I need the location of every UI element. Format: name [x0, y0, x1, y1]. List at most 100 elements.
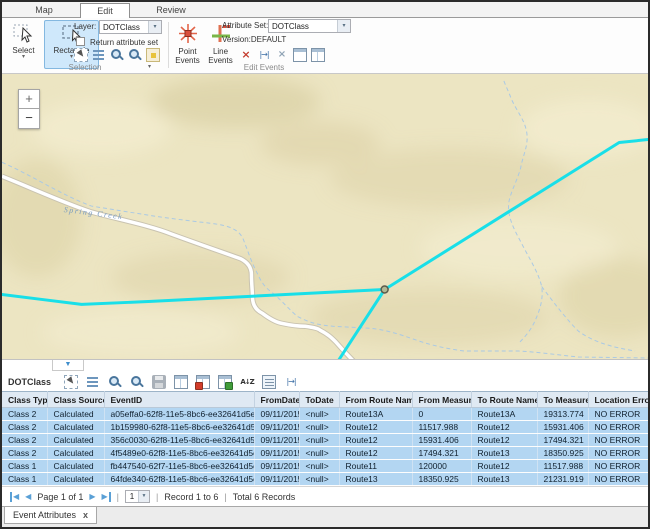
edit-events-icons: × |→| ×: [239, 48, 325, 62]
attribute-set-dropdown-value: DOTClass: [269, 22, 337, 31]
select-records-icon[interactable]: [64, 375, 78, 389]
table-cell: a05effa0-62f8-11e5-8bc6-ee32641d5ec9: [104, 408, 254, 421]
table-cell: 0: [412, 408, 471, 421]
table-row[interactable]: Class 1Calculated64fde340-62f8-11e5-8bc6…: [2, 473, 650, 486]
delete-record-icon[interactable]: [196, 375, 210, 389]
table-cell: NO ERROR: [588, 434, 650, 447]
table-form-icon[interactable]: [262, 375, 276, 389]
column-header[interactable]: To Route Name: [471, 392, 537, 408]
ribbon: Select ▾ Rectangle ▾ Layer: DOTClass ▾ R…: [2, 18, 648, 74]
selection-options-icon[interactable]: [146, 48, 160, 62]
collapse-panel-button[interactable]: ▼: [52, 360, 84, 371]
column-header[interactable]: FromDate: [254, 392, 299, 408]
page-number-select[interactable]: 1 ▼: [125, 490, 150, 503]
table-cell: <null>: [299, 434, 339, 447]
select-features-icon[interactable]: [74, 48, 88, 62]
table-cell: Calculated: [47, 473, 104, 486]
page-number-caret-icon[interactable]: ▼: [138, 491, 149, 502]
table-cell: Route12: [471, 421, 537, 434]
close-tab-icon[interactable]: x: [83, 510, 88, 520]
table-cell: Route13A: [471, 408, 537, 421]
save-edits-icon[interactable]: [152, 375, 166, 389]
page-indicator: Page 1 of 1: [37, 492, 83, 502]
table-cell: 21231.919: [537, 473, 588, 486]
layer-dropdown-value: DOTClass: [100, 23, 148, 32]
table-cell: 4f5489e0-62f8-11e5-8bc6-ee32641d5ec9: [104, 447, 254, 460]
pager-separator: |: [117, 492, 119, 502]
table-cell: 11517.988: [412, 421, 471, 434]
return-attribute-set-checkbox[interactable]: [76, 37, 85, 46]
column-header[interactable]: Location Error: [588, 392, 650, 408]
table-cell: Route13: [471, 473, 537, 486]
zoom-out-button[interactable]: −: [18, 109, 40, 129]
last-page-button[interactable]: ▶: [102, 492, 111, 502]
layer-dropdown-arrow-icon[interactable]: ▾: [148, 21, 161, 33]
column-header[interactable]: EventID: [104, 392, 254, 408]
zoom-to-selection-icon[interactable]: [110, 48, 124, 62]
edit-events-group-label: Edit Events: [168, 63, 360, 72]
layer-dropdown[interactable]: DOTClass ▾: [99, 20, 162, 34]
measure-icon[interactable]: |→|: [284, 375, 298, 389]
previous-page-button[interactable]: ◀: [25, 492, 31, 502]
layer-label: Layer:: [74, 22, 96, 31]
total-records-text: Total 6 Records: [233, 492, 296, 502]
route-junction-marker[interactable]: [381, 286, 388, 293]
merge-event-icon[interactable]: ×: [275, 48, 289, 62]
pager-separator: |: [156, 492, 158, 502]
zoom-to-record-icon[interactable]: [108, 375, 122, 389]
attribute-set-label: Attribute Set:: [222, 21, 268, 30]
table-cell: NO ERROR: [588, 447, 650, 460]
table-cell: Class 2: [2, 447, 47, 460]
pan-to-selection-icon[interactable]: [128, 48, 142, 62]
tab-edit[interactable]: Edit: [80, 3, 130, 19]
event-table-icon[interactable]: [311, 48, 325, 62]
table-cell: Class 2: [2, 421, 47, 434]
return-attribute-set-label: Return attribute set: [90, 38, 158, 47]
table-row[interactable]: Class 1Calculatedfb447540-62f7-11e5-8bc6…: [2, 460, 650, 473]
table-cell: NO ERROR: [588, 408, 650, 421]
table-row[interactable]: Class 2Calculated1b159980-62f8-11e5-8bc6…: [2, 421, 650, 434]
column-header[interactable]: To Measure: [537, 392, 588, 408]
table-menu-icon[interactable]: [86, 375, 100, 389]
sort-records-icon[interactable]: A↓Z: [240, 375, 254, 389]
table-cell: 11517.988: [537, 460, 588, 473]
table-cell: 17494.321: [412, 447, 471, 460]
point-events-button[interactable]: Point Events: [172, 20, 203, 69]
column-header[interactable]: From Measure: [412, 392, 471, 408]
tab-map[interactable]: Map: [20, 3, 68, 18]
event-window-icon[interactable]: [293, 48, 307, 62]
table-cell: 120000: [412, 460, 471, 473]
split-event-icon[interactable]: |→|: [257, 48, 271, 62]
delete-event-icon[interactable]: ×: [239, 48, 253, 62]
event-editor-window: Map Edit Review Select ▾ Rectangle ▾ Lay…: [0, 0, 650, 529]
attribute-table: Class TypeClass SourceEventIDFromDateToD…: [2, 391, 650, 486]
rectangle-caret-icon: ▾: [70, 55, 73, 60]
column-header[interactable]: Class Source: [47, 392, 104, 408]
table-cell: Route12: [339, 421, 412, 434]
table-row[interactable]: Class 2Calculateda05effa0-62f8-11e5-8bc6…: [2, 408, 650, 421]
table-cell: Class 1: [2, 460, 47, 473]
attribute-set-dropdown-arrow-icon[interactable]: ▾: [337, 20, 350, 32]
select-tool-button[interactable]: Select ▾: [5, 20, 42, 69]
pager-separator: |: [224, 492, 226, 502]
column-header[interactable]: From Route Name: [339, 392, 412, 408]
point-events-icon: [177, 23, 199, 46]
selection-list-icon[interactable]: [92, 48, 106, 62]
select-tool-icon: [12, 23, 36, 45]
tab-review[interactable]: Review: [142, 3, 200, 18]
map-canvas[interactable]: Spring Creek + −: [2, 74, 648, 359]
table-row[interactable]: Class 2Calculated4f5489e0-62f8-11e5-8bc6…: [2, 447, 650, 460]
attribute-set-dropdown[interactable]: DOTClass ▾: [268, 19, 351, 33]
tab-event-attributes[interactable]: Event Attributes x: [4, 507, 97, 524]
table-cell: 09/11/2015: [254, 434, 299, 447]
table-body: Class 2Calculateda05effa0-62f8-11e5-8bc6…: [2, 408, 650, 486]
zoom-in-button[interactable]: +: [18, 89, 40, 109]
column-header[interactable]: Class Type: [2, 392, 47, 408]
table-row[interactable]: Class 2Calculated356c0030-62f8-11e5-8bc6…: [2, 434, 650, 447]
add-record-icon[interactable]: [218, 375, 232, 389]
first-page-button[interactable]: ◀: [10, 492, 19, 502]
next-page-button[interactable]: ▶: [89, 492, 95, 502]
column-header[interactable]: ToDate: [299, 392, 339, 408]
pan-to-record-icon[interactable]: [130, 375, 144, 389]
switch-view-icon[interactable]: [174, 375, 188, 389]
